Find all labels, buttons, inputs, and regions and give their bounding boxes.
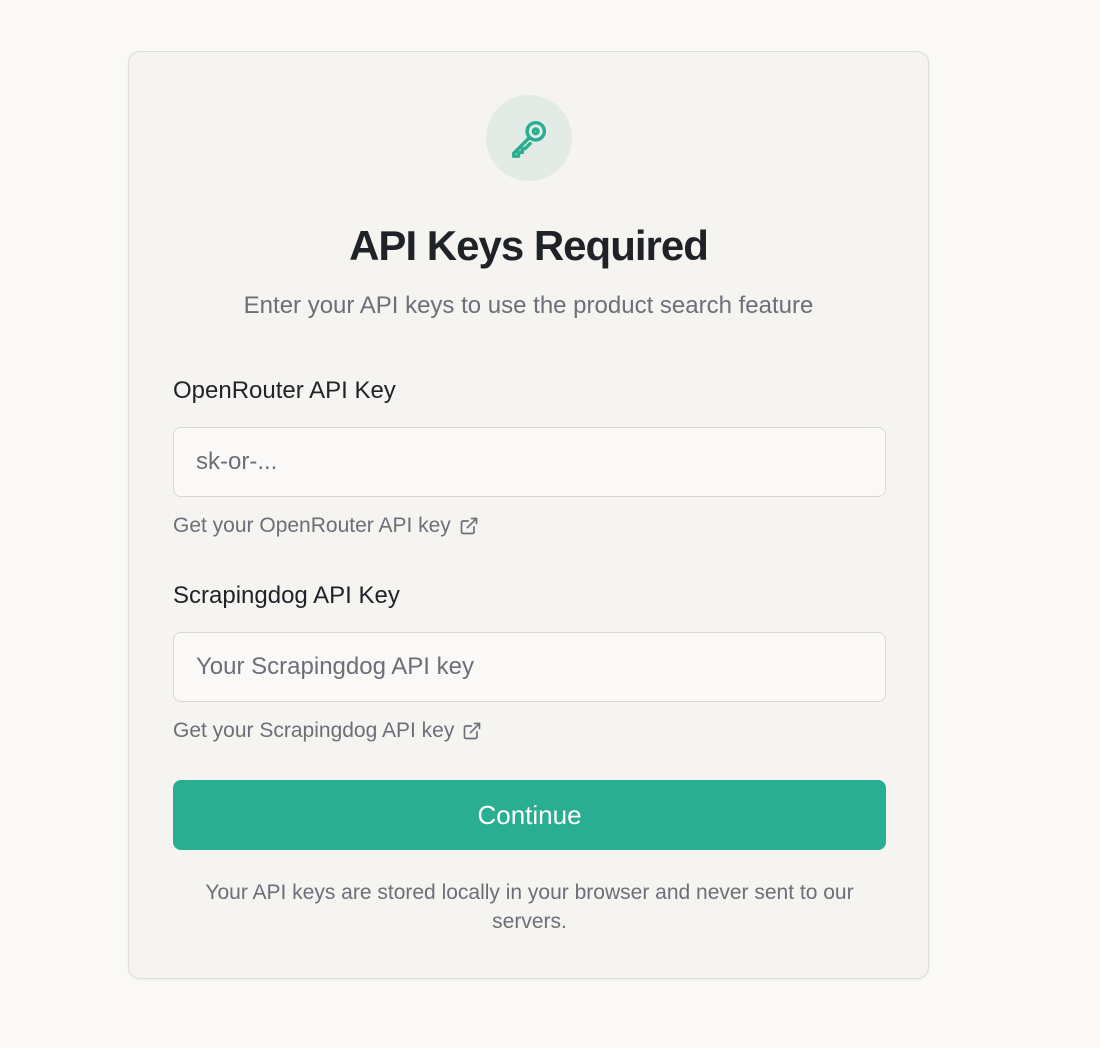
scrapingdog-key-input[interactable] [173,632,886,702]
continue-button[interactable]: Continue [173,780,886,850]
key-icon-badge [486,95,572,181]
api-keys-dialog: API Keys Required Enter your API keys to… [128,51,929,979]
openrouter-key-label: OpenRouter API Key [173,377,396,404]
privacy-note: Your API keys are stored locally in your… [205,881,854,933]
openrouter-key-input[interactable] [173,427,886,497]
scrapingdog-key-link-text: Get your Scrapingdog API key [173,719,455,742]
dialog-subtitle: Enter your API keys to use the product s… [243,292,814,319]
openrouter-key-link-text: Get your OpenRouter API key [173,514,451,537]
dialog-title: API Keys Required [349,222,709,269]
key-icon [511,120,547,158]
external-link-icon [460,517,478,535]
scrapingdog-key-link[interactable]: Get your Scrapingdog API key [173,719,482,743]
scrapingdog-key-label: Scrapingdog API Key [173,582,400,609]
external-link-icon [463,722,481,740]
openrouter-key-link[interactable]: Get your OpenRouter API key [173,514,479,538]
